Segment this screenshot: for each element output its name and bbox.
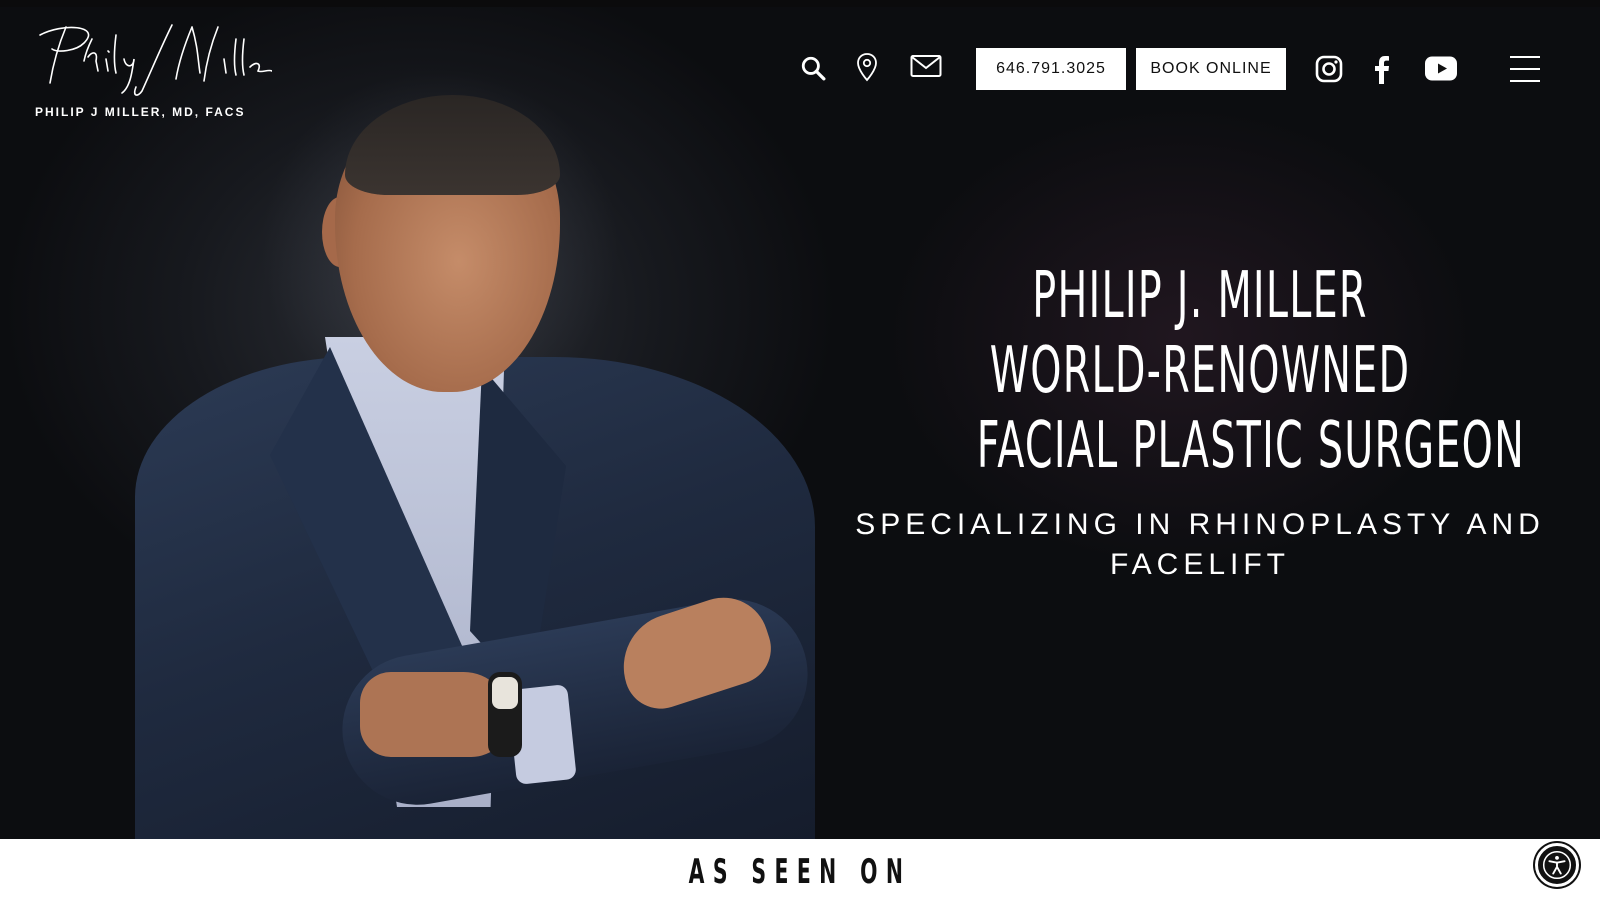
hero-subheadline: SPECIALIZING IN RHINOPLASTY AND FACELIFT <box>855 508 1545 581</box>
mail-icon[interactable] <box>910 54 942 78</box>
signature-logo-image <box>39 24 272 96</box>
site-logo[interactable]: PHILIP J MILLER, MD, FACS <box>22 21 272 119</box>
logo-subtitle: PHILIP J MILLER, MD, FACS <box>35 105 246 119</box>
headline-line: PHILIP J. MILLER <box>1032 259 1368 333</box>
book-online-button[interactable]: BOOK ONLINE <box>1136 48 1286 90</box>
accessibility-icon[interactable] <box>1535 843 1579 887</box>
phone-button[interactable]: 646.791.3025 <box>976 48 1126 90</box>
hamburger-menu-icon[interactable] <box>1510 56 1540 82</box>
search-icon[interactable] <box>800 55 826 81</box>
surgeon-portrait-image <box>0 7 820 839</box>
hero-section: PHILIP J MILLER, MD, FACS 646.791.3025 B… <box>0 7 1600 839</box>
hero-headline: PHILIP J. MILLER WORLD-RENOWNED FACIAL P… <box>840 259 1560 484</box>
location-pin-icon[interactable] <box>856 52 878 82</box>
instagram-icon[interactable] <box>1315 55 1343 83</box>
youtube-icon[interactable] <box>1425 56 1457 81</box>
headline-line: WORLD-RENOWNED <box>989 334 1411 408</box>
facebook-icon[interactable] <box>1372 54 1390 84</box>
as-seen-on-heading: AS SEEN ON <box>688 852 912 892</box>
headline-line: FACIAL PLASTIC SURGEON <box>976 409 1526 483</box>
top-border <box>0 0 1600 7</box>
